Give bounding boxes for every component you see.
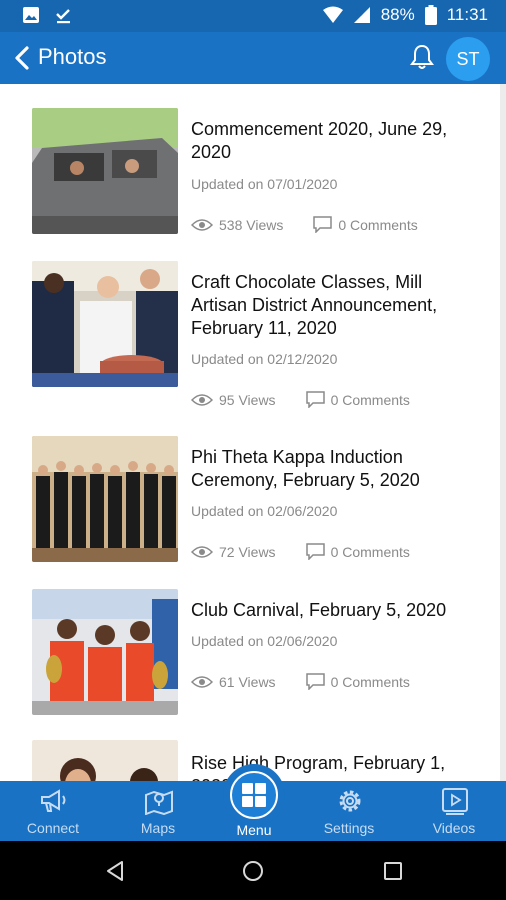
photo-album-list: Commencement 2020, June 29, 2020 Updated… — [0, 84, 506, 781]
tab-videos[interactable]: Videos — [409, 781, 499, 841]
comments-count[interactable]: 0 Comments — [331, 674, 410, 690]
eye-icon — [191, 545, 213, 558]
views-count: 538 Views — [219, 216, 284, 233]
comment-icon — [305, 543, 325, 560]
album-thumbnail[interactable] — [32, 436, 178, 562]
battery-percent: 88% — [380, 5, 415, 24]
album-thumbnail[interactable] — [32, 108, 178, 234]
grid-icon — [242, 783, 266, 807]
bell-icon[interactable] — [409, 43, 435, 71]
eye-icon — [191, 218, 213, 231]
comments-count[interactable]: 0 Comments — [331, 544, 410, 560]
comment-icon — [305, 673, 325, 690]
eye-icon — [191, 393, 213, 406]
tab-label: Maps — [140, 820, 176, 836]
album-title[interactable]: Club Carnival, February 5, 2020 — [191, 599, 481, 622]
eye-icon — [191, 675, 213, 688]
album-meta: 61 Views 0 Comments — [191, 673, 410, 690]
comments-count[interactable]: 0 Comments — [338, 217, 417, 233]
app-bar: Photos ST — [0, 32, 506, 84]
album-thumbnail[interactable] — [32, 261, 178, 387]
menu-button-ring[interactable] — [230, 771, 278, 819]
views-count: 61 Views — [219, 673, 276, 690]
home-icon[interactable] — [241, 859, 265, 883]
image-notification-icon — [23, 7, 39, 23]
back-arrow-icon[interactable] — [8, 43, 36, 73]
map-icon — [145, 790, 173, 815]
tab-connect[interactable]: Connect — [8, 781, 98, 841]
avatar[interactable]: ST — [446, 37, 490, 81]
tab-label: Connect — [26, 820, 80, 836]
comment-icon — [313, 216, 333, 233]
system-nav-bar — [0, 841, 506, 900]
album-title[interactable]: Craft Chocolate Classes, Mill Artisan Di… — [191, 271, 481, 340]
tab-label: Settings — [323, 820, 375, 836]
updated-date: Updated on 02/06/2020 — [191, 633, 338, 649]
page-title: Photos — [38, 44, 107, 69]
status-bar: 88% 11:31 — [0, 0, 506, 32]
tab-label: Videos — [432, 820, 476, 836]
megaphone-icon — [41, 789, 66, 812]
video-icon — [442, 788, 468, 815]
recents-icon[interactable] — [382, 860, 404, 882]
list-item[interactable]: Commencement 2020, June 29, 2020 Updated… — [32, 108, 492, 238]
tab-maps[interactable]: Maps — [113, 781, 203, 841]
updated-date: Updated on 07/01/2020 — [191, 176, 338, 192]
menu-label: Menu — [236, 822, 272, 838]
album-thumbnail[interactable] — [32, 740, 178, 781]
download-done-icon — [56, 9, 70, 24]
views-count: 72 Views — [219, 543, 276, 560]
album-meta: 72 Views 0 Comments — [191, 543, 410, 560]
list-item[interactable]: Club Carnival, February 5, 2020 Updated … — [32, 589, 492, 719]
battery-icon — [424, 5, 437, 25]
views-count: 95 Views — [219, 391, 276, 408]
clock: 11:31 — [446, 5, 488, 24]
gear-icon — [339, 790, 361, 812]
wifi-icon — [322, 6, 343, 23]
album-meta: 95 Views 0 Comments — [191, 391, 410, 408]
tab-settings[interactable]: Settings — [304, 781, 394, 841]
updated-date: Updated on 02/12/2020 — [191, 351, 338, 367]
signal-icon — [353, 7, 370, 23]
list-item[interactable]: Craft Chocolate Classes, Mill Artisan Di… — [32, 261, 492, 411]
album-title[interactable]: Commencement 2020, June 29, 2020 — [191, 118, 481, 164]
comment-icon — [305, 391, 325, 408]
back-icon[interactable] — [104, 859, 126, 883]
updated-date: Updated on 02/06/2020 — [191, 503, 338, 519]
comments-count[interactable]: 0 Comments — [331, 392, 410, 408]
album-title[interactable]: Phi Theta Kappa Induction Ceremony, Febr… — [191, 446, 481, 492]
album-thumbnail[interactable] — [32, 589, 178, 715]
album-meta: 538 Views 0 Comments — [191, 216, 418, 233]
list-item[interactable]: Phi Theta Kappa Induction Ceremony, Febr… — [32, 436, 492, 566]
